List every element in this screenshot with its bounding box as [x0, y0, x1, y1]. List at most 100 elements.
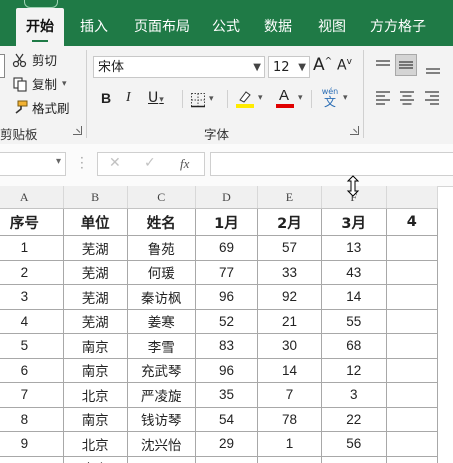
formula-input[interactable] — [210, 152, 453, 176]
table-cell[interactable]: 北京 — [62, 382, 128, 408]
copy-dropdown-icon[interactable]: ▾ — [62, 79, 67, 89]
chevron-down-icon[interactable]: ▾ — [56, 156, 61, 167]
table-cell[interactable]: 5 — [0, 333, 64, 359]
table-cell[interactable]: 2 — [0, 259, 64, 285]
align-left-button[interactable] — [374, 90, 392, 110]
table-cell[interactable]: 22 — [320, 406, 387, 432]
table-cell[interactable]: 李雪 — [126, 333, 196, 359]
table-cell[interactable]: 芜湖 — [62, 235, 128, 261]
table-cell[interactable]: 92 — [257, 284, 322, 310]
table-cell[interactable]: 55 — [320, 308, 387, 334]
table-cell[interactable] — [385, 284, 439, 310]
table-cell[interactable]: 14 — [257, 357, 322, 383]
header-cell[interactable]: 1月 — [194, 208, 259, 236]
table-cell[interactable]: 21 — [257, 308, 322, 334]
table-cell[interactable]: 78 — [257, 406, 322, 432]
table-cell[interactable]: 1 — [257, 431, 322, 457]
column-header-b[interactable]: B — [63, 186, 128, 209]
format-painter-button[interactable]: 格式刷 — [12, 98, 70, 117]
header-cell[interactable]: 4 — [385, 208, 439, 236]
chevron-down-icon[interactable]: ▾ — [159, 95, 164, 105]
table-cell[interactable]: 29 — [194, 431, 259, 457]
table-cell[interactable] — [385, 455, 439, 463]
table-cell[interactable] — [385, 235, 439, 261]
align-bottom-button[interactable] — [424, 60, 442, 80]
table-cell[interactable]: 83 — [194, 333, 259, 359]
column-header-e[interactable]: E — [257, 186, 322, 209]
table-cell[interactable]: 68 — [320, 333, 387, 359]
chevron-down-icon[interactable]: ▼ — [253, 57, 261, 79]
table-cell[interactable]: 69 — [194, 235, 259, 261]
table-cell[interactable]: 54 — [194, 406, 259, 432]
tab-home[interactable]: 开始 — [16, 8, 64, 46]
chevron-down-icon[interactable]: ▼ — [298, 57, 306, 79]
cut-button[interactable]: 剪切 — [12, 50, 57, 69]
table-cell[interactable]: 充武琴 — [126, 357, 196, 383]
table-cell[interactable] — [320, 455, 387, 463]
tab-data[interactable]: 数据 — [254, 8, 302, 46]
grow-font-button[interactable]: A^ — [313, 55, 332, 75]
chevron-down-icon[interactable]: ▾ — [298, 93, 303, 103]
table-cell[interactable]: 秦访枫 — [126, 284, 196, 310]
bold-button[interactable]: B — [101, 90, 111, 106]
table-cell[interactable]: 鲁苑 — [126, 235, 196, 261]
shrink-font-button[interactable]: Av — [337, 57, 352, 74]
table-cell[interactable]: 77 — [194, 259, 259, 285]
tab-view[interactable]: 视图 — [308, 8, 356, 46]
copy-button[interactable]: 复制 ▾ — [12, 74, 67, 93]
header-cell[interactable]: 单位 — [62, 208, 128, 236]
table-cell[interactable] — [385, 308, 439, 334]
table-cell[interactable]: 57 — [257, 235, 322, 261]
tab-fangfang[interactable]: 方方格子 — [360, 8, 436, 46]
chevron-down-icon[interactable]: ▾ — [258, 93, 263, 103]
table-cell[interactable]: 13 — [320, 235, 387, 261]
table-cell[interactable]: 严凌旋 — [126, 382, 196, 408]
table-cell[interactable]: 6 — [0, 357, 64, 383]
table-cell[interactable] — [257, 455, 322, 463]
table-cell[interactable]: 8 — [0, 406, 64, 432]
confirm-icon[interactable]: ✓ — [144, 155, 156, 171]
table-cell[interactable] — [385, 382, 439, 408]
table-cell[interactable]: 52 — [194, 308, 259, 334]
phonetic-guide-button[interactable]: wén 文 — [320, 88, 340, 109]
table-cell[interactable]: 钱访琴 — [126, 406, 196, 432]
table-cell[interactable] — [385, 259, 439, 285]
table-cell[interactable]: 1 — [0, 235, 64, 261]
table-cell[interactable]: 3 — [320, 382, 387, 408]
header-cell[interactable]: 3月 — [320, 208, 387, 236]
column-header-g[interactable] — [386, 186, 439, 209]
align-top-button[interactable] — [374, 58, 392, 78]
align-middle-button[interactable] — [395, 54, 417, 76]
borders-button[interactable]: ▾ — [190, 92, 214, 112]
table-cell[interactable]: 南京 — [62, 357, 128, 383]
font-name-combo[interactable]: 宋体 ▼ — [93, 56, 265, 78]
table-cell[interactable]: 10 — [0, 455, 64, 463]
table-cell[interactable]: 芜湖 — [62, 259, 128, 285]
table-cell[interactable]: 北京 — [62, 431, 128, 457]
table-cell[interactable]: 南京 — [62, 406, 128, 432]
align-center-button[interactable] — [398, 90, 416, 110]
chevron-down-icon[interactable]: ▾ — [209, 94, 214, 104]
drag-handle-icon[interactable]: · · · — [80, 152, 84, 174]
table-cell[interactable]: 43 — [320, 259, 387, 285]
table-cell[interactable]: 9 — [0, 431, 64, 457]
table-cell[interactable]: 芜湖 — [62, 308, 128, 334]
table-cell[interactable] — [385, 431, 439, 457]
table-cell[interactable] — [385, 333, 439, 359]
table-cell[interactable]: 7 — [0, 382, 64, 408]
table-cell[interactable]: 56 — [320, 431, 387, 457]
table-cell[interactable]: 7 — [257, 382, 322, 408]
table-cell[interactable]: 33 — [257, 259, 322, 285]
header-cell[interactable]: 姓名 — [126, 208, 196, 236]
header-cell[interactable]: 序号 — [0, 208, 64, 236]
italic-button[interactable]: I — [126, 90, 131, 106]
table-cell[interactable]: 4 — [0, 308, 64, 334]
tab-page-layout[interactable]: 页面布局 — [124, 8, 200, 46]
table-cell[interactable] — [126, 455, 196, 463]
table-cell[interactable]: 南京 — [62, 333, 128, 359]
highlight-color-button[interactable]: ▾ — [236, 89, 263, 113]
table-cell[interactable]: 芜湖 — [62, 284, 128, 310]
column-header-d[interactable]: D — [195, 186, 259, 209]
table-cell[interactable]: 南京 — [62, 455, 128, 463]
table-cell[interactable] — [385, 406, 439, 432]
